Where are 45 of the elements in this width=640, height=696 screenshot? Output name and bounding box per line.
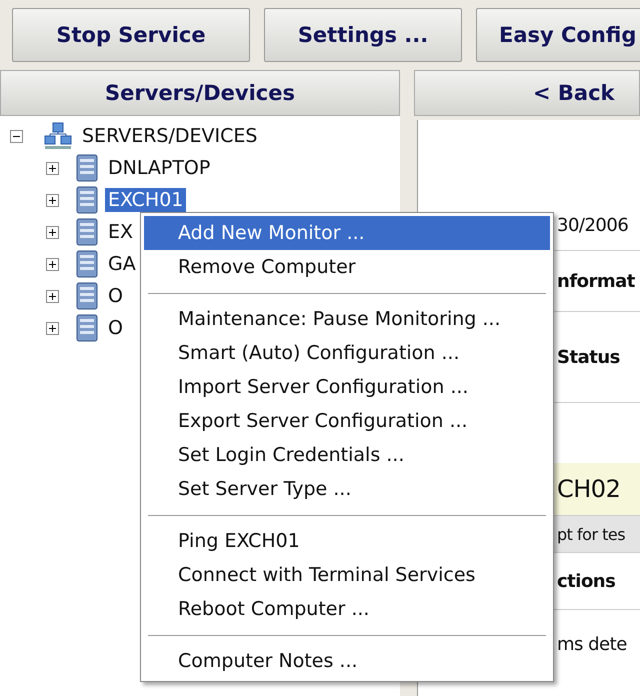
toolbar-button[interactable]: Settings ... (264, 8, 462, 62)
detail-text: CH02 (557, 475, 620, 503)
menu-item[interactable]: Ping EXCH01 (144, 524, 550, 558)
menu-item[interactable]: Export Server Configuration ... (144, 404, 550, 438)
expand-icon[interactable] (46, 226, 59, 238)
detail-text: pt for tes (557, 524, 626, 544)
menu-item[interactable]: Smart (Auto) Configuration ... (144, 336, 550, 370)
menu-item[interactable]: Add New Monitor ... (144, 216, 550, 250)
menu-item[interactable]: Maintenance: Pause Monitoring ... (144, 302, 550, 336)
menu-item[interactable]: Import Server Configuration ... (144, 370, 550, 404)
tree-item[interactable]: GA (105, 252, 139, 276)
collapse-icon[interactable] (10, 130, 23, 142)
detail-text: nformat (557, 270, 635, 292)
toolbar-button[interactable]: Stop Service (12, 8, 250, 62)
expand-icon[interactable] (46, 194, 59, 206)
expand-icon[interactable] (46, 162, 59, 174)
tree-item[interactable]: DNLAPTOP (105, 156, 214, 180)
tree-item[interactable]: O (105, 284, 126, 308)
server-icon (75, 282, 99, 310)
tree-item[interactable]: EXCH01 (105, 188, 186, 212)
server-icon (75, 154, 99, 182)
panel-header: Servers/Devices (0, 70, 400, 116)
server-icon (75, 218, 99, 246)
menu-item[interactable]: Set Server Type ... (144, 472, 550, 506)
toolbar-button[interactable]: Easy Config (476, 8, 640, 62)
back-button[interactable]: < Back (414, 70, 640, 116)
detail-text: ms dete (557, 634, 627, 654)
network-icon (43, 122, 73, 150)
detail-text: ctions (557, 570, 616, 592)
expand-icon[interactable] (46, 322, 59, 334)
expand-icon[interactable] (46, 258, 59, 270)
detail-text: 30/2006 (557, 214, 628, 236)
menu-item[interactable]: Connect with Terminal Services (144, 558, 550, 592)
tree-item[interactable]: O (105, 316, 126, 340)
menu-item[interactable]: Set Login Credentials ... (144, 438, 550, 472)
server-icon (75, 250, 99, 278)
expand-icon[interactable] (46, 290, 59, 302)
menu-item[interactable]: Computer Notes ... (144, 644, 550, 678)
server-icon (75, 186, 99, 214)
server-icon (75, 314, 99, 342)
detail-text: Status (557, 346, 620, 368)
tree-item[interactable]: EX (105, 220, 136, 244)
menu-item[interactable]: Remove Computer (144, 250, 550, 284)
menu-item[interactable]: Reboot Computer ... (144, 592, 550, 626)
tree-root-label[interactable]: SERVERS/DEVICES (79, 124, 260, 148)
